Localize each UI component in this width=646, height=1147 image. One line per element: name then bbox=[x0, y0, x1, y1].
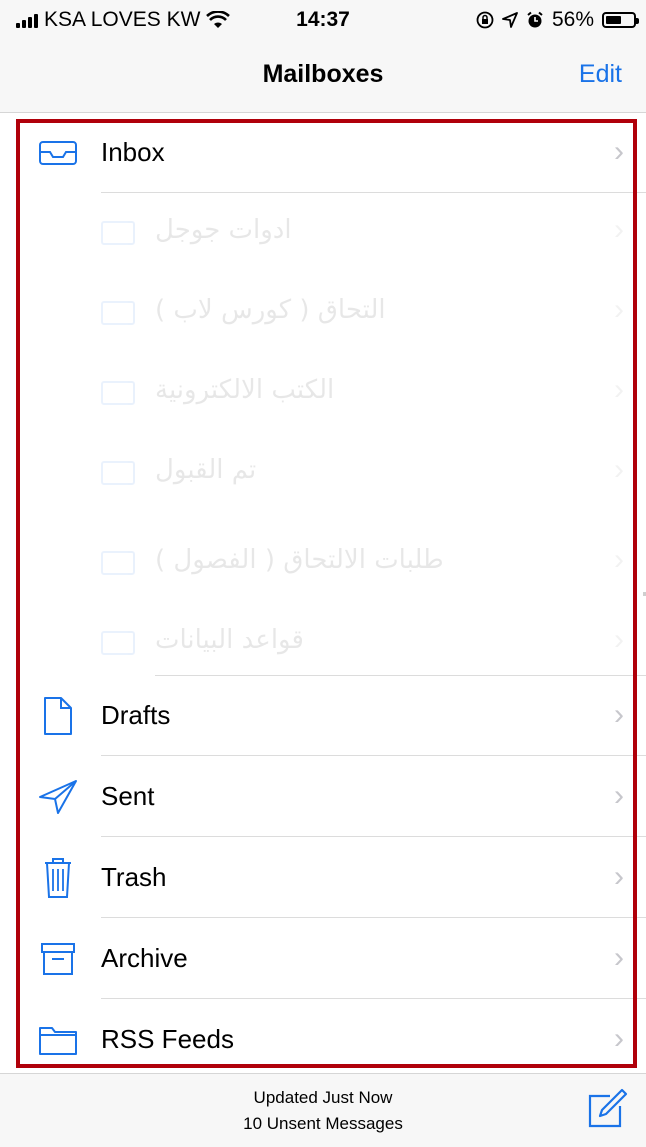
faded-folder-row: ادوات جوجل › bbox=[0, 193, 646, 273]
chevron-right-icon: › bbox=[614, 543, 624, 576]
chevron-right-icon: › bbox=[614, 623, 624, 656]
battery-fill bbox=[606, 16, 621, 24]
mailbox-row-trash[interactable]: Trash › bbox=[0, 838, 646, 918]
folder-icon bbox=[101, 551, 135, 575]
mailbox-row-rss-feeds[interactable]: RSS Feeds › bbox=[0, 1000, 646, 1080]
location-icon bbox=[502, 12, 518, 28]
folder-icon bbox=[101, 461, 135, 485]
chevron-right-icon: › bbox=[614, 453, 624, 486]
mailbox-label: Sent bbox=[101, 781, 155, 811]
battery-percent: 56% bbox=[551, 8, 594, 31]
mailbox-label: Drafts bbox=[101, 700, 171, 730]
status-right-group: 56% bbox=[476, 8, 639, 32]
folder-icon bbox=[101, 301, 135, 325]
archive-icon bbox=[36, 937, 80, 981]
divider bbox=[101, 917, 646, 918]
chevron-right-icon: › bbox=[614, 135, 624, 168]
inbox-icon bbox=[36, 131, 80, 175]
unsent-count: 10 Unsent Messages bbox=[243, 1114, 403, 1133]
trash-icon bbox=[36, 856, 80, 900]
divider bbox=[101, 836, 646, 837]
faded-folder-label: طلبات الالتحاق ( الفصول ) bbox=[155, 545, 444, 575]
mailbox-label: Trash bbox=[101, 862, 167, 892]
mailbox-list: Inbox › ادوات جوجل › التحاق ( كورس لاب )… bbox=[0, 113, 646, 1073]
faded-folder-row: تم القبول › bbox=[0, 433, 646, 513]
compose-icon[interactable] bbox=[586, 1088, 628, 1130]
edit-button[interactable]: Edit bbox=[579, 60, 622, 89]
faded-folder-row: طلبات الالتحاق ( الفصول ) › bbox=[0, 523, 646, 603]
page-title: Mailboxes bbox=[262, 60, 384, 88]
faded-folder-row: التحاق ( كورس لاب ) › bbox=[0, 273, 646, 353]
mailbox-row-sent[interactable]: Sent › bbox=[0, 757, 646, 837]
battery-icon bbox=[602, 12, 639, 28]
chevron-right-icon: › bbox=[614, 373, 624, 406]
update-status: Updated Just Now bbox=[253, 1088, 393, 1107]
chevron-right-icon: › bbox=[614, 698, 624, 731]
sent-icon bbox=[36, 775, 80, 819]
faded-folder-label: ادوات جوجل bbox=[155, 215, 292, 245]
mailbox-row-drafts[interactable]: Drafts › bbox=[0, 676, 646, 756]
chevron-right-icon: › bbox=[614, 1022, 624, 1055]
orientation-lock-icon bbox=[476, 11, 494, 29]
faded-folder-row: قواعد البيانات › bbox=[0, 603, 646, 683]
faded-folder-row: الكتب الالكترونية › bbox=[0, 353, 646, 433]
folder-icon bbox=[101, 221, 135, 245]
mailbox-label: Inbox bbox=[101, 137, 165, 167]
mailbox-row-archive[interactable]: Archive › bbox=[0, 919, 646, 999]
bottom-toolbar: Updated Just Now 10 Unsent Messages bbox=[0, 1073, 646, 1147]
faded-folder-label: الكتب الالكترونية bbox=[155, 375, 335, 405]
folder-icon bbox=[36, 1018, 80, 1062]
navigation-bar: Mailboxes Edit bbox=[0, 40, 646, 113]
faded-folder-label: قواعد البيانات bbox=[155, 625, 304, 655]
folder-icon bbox=[101, 631, 135, 655]
chevron-right-icon: › bbox=[614, 779, 624, 812]
divider bbox=[101, 998, 646, 999]
status-bar: KSA LOVES KW 14:37 56% bbox=[0, 0, 646, 40]
divider bbox=[101, 755, 646, 756]
chevron-right-icon: › bbox=[614, 860, 624, 893]
chevron-right-icon: › bbox=[614, 941, 624, 974]
faded-folder-label: التحاق ( كورس لاب ) bbox=[155, 295, 386, 325]
chevron-right-icon: › bbox=[614, 213, 624, 246]
faded-folder-label: تم القبول bbox=[155, 455, 257, 485]
folder-icon bbox=[101, 381, 135, 405]
alarm-icon bbox=[527, 11, 543, 28]
mailbox-row-inbox[interactable]: Inbox › bbox=[0, 113, 646, 193]
mailbox-label: Archive bbox=[101, 943, 188, 973]
mailbox-label: RSS Feeds bbox=[101, 1024, 234, 1054]
chevron-right-icon: › bbox=[614, 293, 624, 326]
drafts-icon bbox=[36, 694, 80, 738]
